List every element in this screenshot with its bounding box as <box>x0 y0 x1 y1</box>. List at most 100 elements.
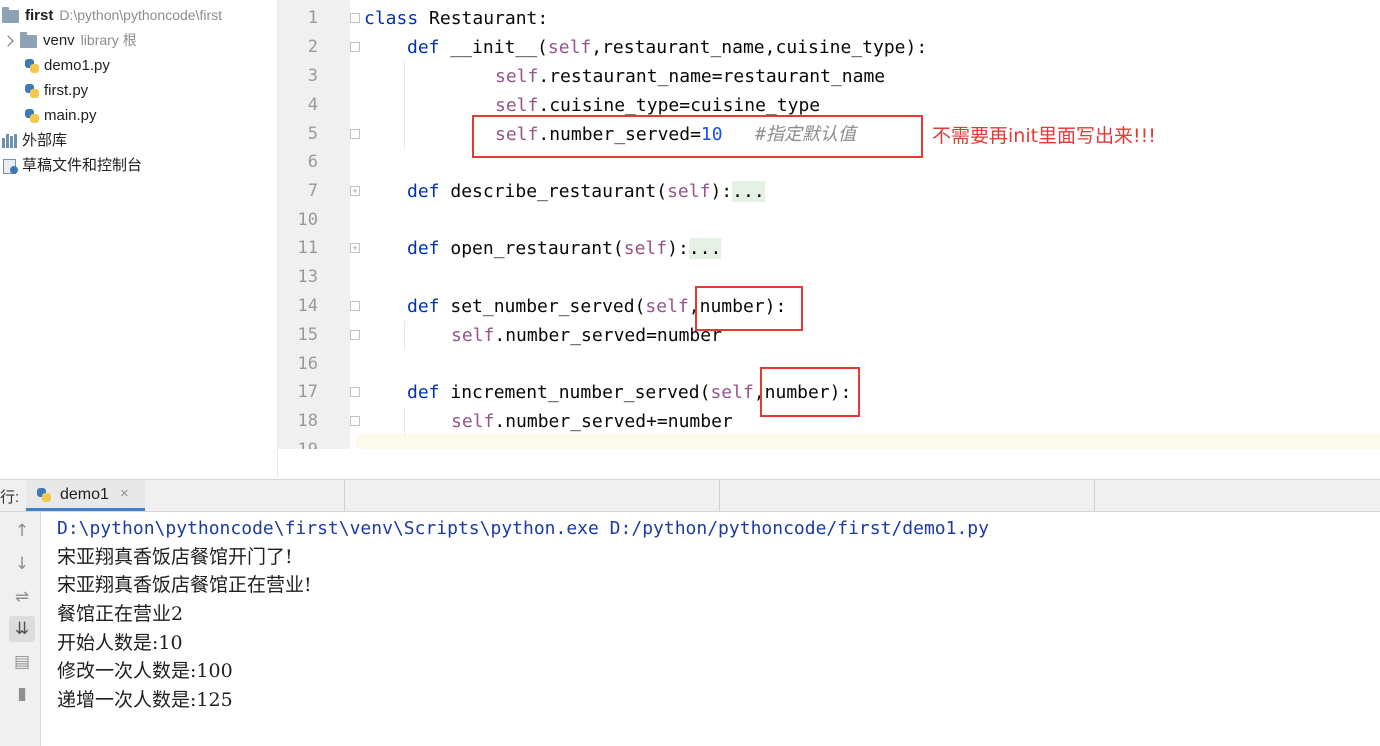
python-file-icon <box>24 108 40 124</box>
trash-icon[interactable]: ▮ <box>9 681 35 707</box>
fold-marker-icon[interactable] <box>350 13 360 23</box>
divider <box>344 480 345 511</box>
console-line: 开始人数是:10 <box>57 632 183 654</box>
file-name: main.py <box>44 107 97 124</box>
code-text: increment_number_served( <box>439 382 711 403</box>
code-line-7[interactable]: def describe_restaurant(self):... <box>407 177 765 206</box>
fold-marker-icon[interactable] <box>350 42 360 52</box>
code-text: __init__( <box>439 37 548 58</box>
line-number: 13 <box>297 267 318 287</box>
current-line-highlight <box>356 434 1380 449</box>
folded-code-placeholder[interactable]: ... <box>732 181 765 202</box>
venv-name: venv <box>43 32 75 49</box>
run-toolbar: ↑ ↓ ⇌ ⇊ ▤ ▮ <box>0 512 41 746</box>
line-number: 11 <box>297 238 318 258</box>
keyword: def <box>407 296 440 317</box>
run-label: 行: <box>0 489 20 506</box>
tree-item-main[interactable]: main.py <box>24 103 97 128</box>
scroll-to-end-icon[interactable]: ⇊ <box>9 616 35 642</box>
scratch-icon <box>2 158 18 175</box>
code-line-2[interactable]: def __init__(self,restaurant_name,cuisin… <box>407 33 927 62</box>
code-line-3[interactable]: self.restaurant_name=restaurant_name <box>495 62 885 91</box>
fold-marker-icon[interactable] <box>350 387 360 397</box>
code-line-1[interactable]: class Restaurant: <box>364 4 548 33</box>
line-number-gutter: 1 2 3 4 5 6 7 10 11 13 14 15 16 17 18 19 <box>278 0 350 449</box>
root-name: first <box>25 7 54 24</box>
close-icon[interactable]: × <box>120 485 129 502</box>
console-line: 宋亚翔真香饭店餐馆正在营业! <box>57 574 312 596</box>
keyword: def <box>407 37 440 58</box>
chevron-right-icon[interactable] <box>2 35 14 47</box>
folded-code-placeholder[interactable]: ... <box>688 238 722 259</box>
keyword: def <box>407 382 440 403</box>
line-number: 17 <box>297 382 318 402</box>
code-text: .number_served+=number <box>494 411 733 432</box>
line-number: 5 <box>307 124 318 144</box>
down-arrow-icon[interactable]: ↓ <box>9 551 35 577</box>
python-file-icon <box>24 83 40 99</box>
console-output[interactable]: D:\python\pythoncode\first\venv\Scripts\… <box>41 512 1380 746</box>
self-token: self <box>645 296 689 317</box>
tree-root-first[interactable]: first D:\python\pythoncode\first <box>2 3 222 28</box>
run-tool-window-header: 行: demo1 × <box>0 479 1380 512</box>
indent-guide <box>404 62 405 148</box>
code-text: set_number_served( <box>439 296 646 317</box>
line-number: 18 <box>297 411 318 431</box>
code-text: ,restaurant_name,cuisine_type): <box>591 37 928 58</box>
code-text: .number_served=number <box>494 325 722 346</box>
self-token: self <box>495 95 539 116</box>
tree-item-external-libs[interactable]: 外部库 <box>2 128 67 153</box>
fold-marker-icon[interactable] <box>350 330 360 340</box>
code-text: ): <box>667 238 689 259</box>
tree-item-first[interactable]: first.py <box>24 78 88 103</box>
fold-marker-icon[interactable] <box>350 301 360 311</box>
project-panel: first D:\python\pythoncode\first venv libr… <box>0 0 278 477</box>
line-number: 4 <box>307 95 318 115</box>
tree-item-venv[interactable]: venv library 根 <box>2 28 137 53</box>
fold-marker-icon[interactable] <box>350 416 360 426</box>
self-token: self <box>495 66 539 87</box>
console-line: 递增一次人数是:125 <box>57 689 233 711</box>
fold-expand-icon[interactable]: + <box>350 186 360 196</box>
console-line: 宋亚翔真香饭店餐馆开门了! <box>57 546 293 568</box>
keyword: def <box>407 181 440 202</box>
tree-item-demo1[interactable]: demo1.py <box>24 53 110 78</box>
line-number: 1 <box>307 8 318 28</box>
self-token: self <box>547 37 592 58</box>
tree-item-scratches[interactable]: 草稿文件和控制台 <box>2 153 142 178</box>
tab-demo1[interactable]: demo1 × <box>26 480 145 511</box>
self-token: self <box>451 325 495 346</box>
annotation-text: 不需要再init里面写出来!!! <box>932 125 1156 147</box>
console-line: 修改一次人数是:100 <box>57 660 233 682</box>
file-name: first.py <box>44 82 89 99</box>
console-command-line: D:\python\pythoncode\first\venv\Scripts\… <box>57 518 989 539</box>
folder-icon <box>20 31 37 48</box>
code-line-11[interactable]: def open_restaurant(self):... <box>407 234 722 263</box>
console-line: 餐馆正在营业2 <box>57 603 184 625</box>
python-file-icon <box>24 58 40 74</box>
python-file-icon <box>36 487 52 503</box>
code-text: open_restaurant( <box>439 238 624 259</box>
print-icon[interactable]: ▤ <box>9 649 35 675</box>
self-token: self <box>710 382 754 403</box>
soft-wrap-icon[interactable]: ⇌ <box>9 584 35 610</box>
line-number: 10 <box>297 210 318 230</box>
scratches-label: 草稿文件和控制台 <box>22 157 143 174</box>
self-token: self <box>451 411 495 432</box>
venv-hint: library 根 <box>80 32 137 48</box>
line-number: 14 <box>297 296 318 316</box>
line-number: 6 <box>307 152 318 172</box>
self-token: self <box>667 181 711 202</box>
file-name: demo1.py <box>44 57 110 74</box>
library-icon <box>2 134 18 149</box>
up-arrow-icon[interactable]: ↑ <box>9 518 35 544</box>
indent-guide <box>404 407 405 436</box>
line-number: 2 <box>307 37 318 57</box>
fold-marker-icon[interactable] <box>350 129 360 139</box>
line-number: 16 <box>297 354 318 374</box>
code-line-15[interactable]: self.number_served=number <box>451 321 722 350</box>
code-text: .restaurant_name=restaurant_name <box>538 66 886 87</box>
fold-expand-icon[interactable]: + <box>350 243 360 253</box>
code-line-18[interactable]: self.number_served+=number <box>451 407 733 436</box>
line-number: 3 <box>307 66 318 86</box>
